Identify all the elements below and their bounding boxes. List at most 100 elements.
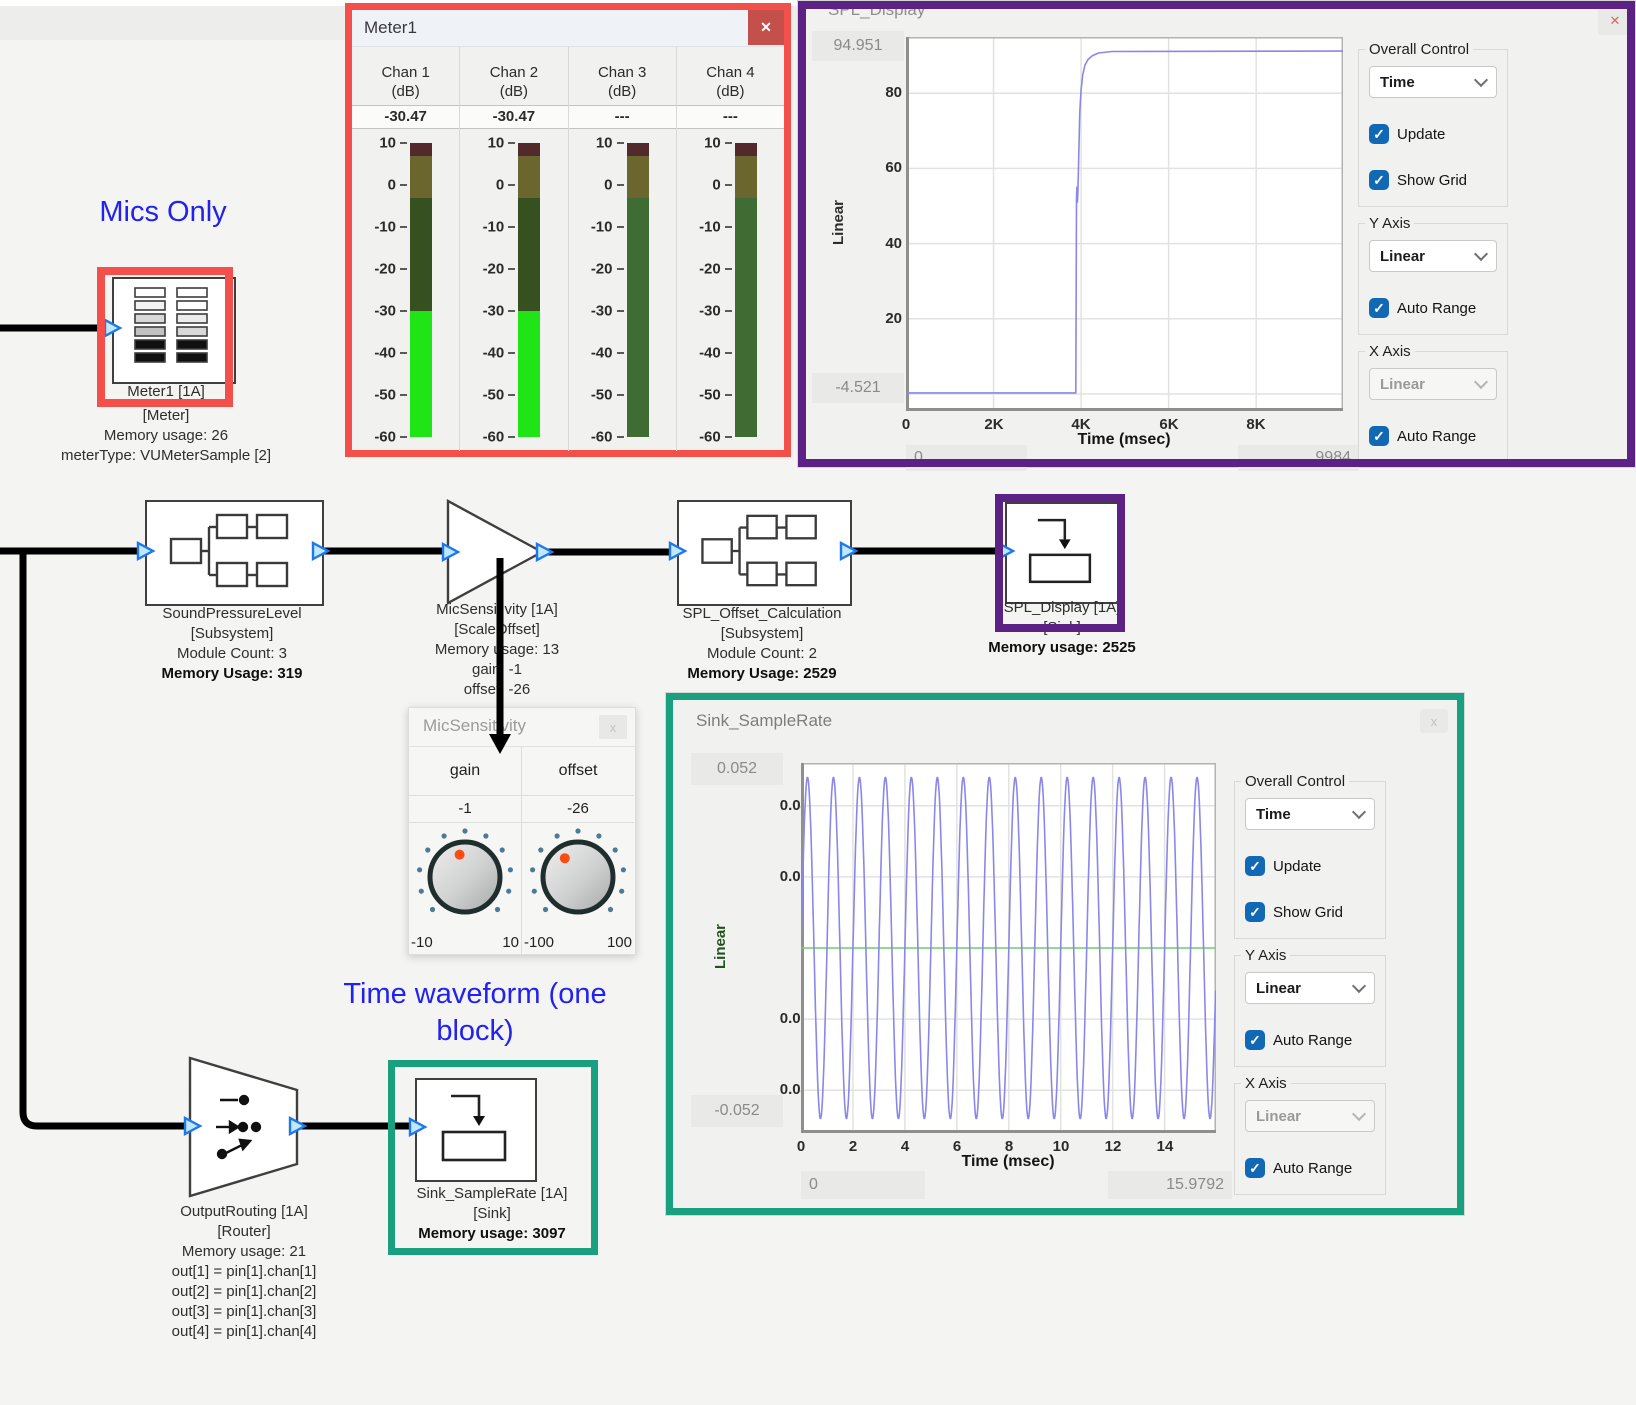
meter-scale-tick: -10 [569,219,613,236]
mic-panel-titlebar[interactable]: MicSensitivity x [409,708,635,747]
pin-icon[interactable] [998,543,1013,559]
checkbox-checked-icon: ✓ [1369,426,1389,446]
close-button[interactable]: ✕ [1598,7,1632,35]
spl-update-checkbox[interactable]: ✓ Update [1369,124,1497,144]
meter-tick-dash [508,268,515,270]
pin-icon[interactable] [138,543,153,559]
x-max-field[interactable]: 15.9792 [1108,1171,1232,1199]
meter-scale-tick: 0 [569,177,613,194]
y-max-field[interactable]: 94.951 [812,31,904,61]
meter-segment [735,156,757,198]
dropdown-value: Time [1380,74,1415,91]
meter-scale-tick: -50 [460,387,504,404]
x-tick-label: 14 [1157,1137,1174,1157]
spl-auto-range-checkbox[interactable]: ✓ Auto Range [1369,298,1497,318]
channel-value: -30.47 [352,105,459,129]
pin-icon[interactable] [185,1118,200,1134]
meter-segment [410,156,432,198]
channel-scale: 10 0 -10 -20 -30 -40 -50 -60 [677,129,784,451]
x-tick-label: 2K [984,415,1003,435]
meter-segment [518,198,540,311]
meter-tick-dash [400,184,407,186]
y-axis-label: Linear [830,200,847,245]
channel-value: -30.47 [460,105,567,129]
chevron-down-icon [1474,247,1488,261]
spl-x-axis-dropdown[interactable]: Linear [1369,368,1497,400]
dropdown-value: Linear [1380,376,1425,393]
pin-icon[interactable] [443,544,458,560]
meter-scale-tick: -20 [460,261,504,278]
spl-show-grid-checkbox[interactable]: ✓ Show Grid [1369,170,1497,190]
meter-segment [627,156,649,198]
x-max-field[interactable]: 9984 [1238,445,1359,471]
meter-segment [410,311,432,437]
spl-group-x-axis: X Axis Linear ✓ Auto Range [1358,351,1508,463]
knob-zone: -100 100 [522,823,634,955]
checkbox-checked-icon: ✓ [1245,856,1265,876]
close-button[interactable]: ✕ [748,10,784,45]
sink-x-axis-dropdown[interactable]: Linear [1245,1100,1375,1132]
y-max-field[interactable]: 0.052 [691,753,783,785]
spl-y-axis-dropdown[interactable]: Linear [1369,240,1497,272]
meter1-window-titlebar[interactable]: Meter1 ✕ [352,10,784,47]
spl-plot[interactable] [906,37,1343,411]
y-axis-label: Linear [712,924,729,969]
x-min-field[interactable]: 0 [801,1171,925,1199]
spl-overall-control-dropdown[interactable]: Time [1369,66,1497,98]
pin-icon[interactable] [105,320,120,336]
spl-auto-range-checkbox[interactable]: ✓ Auto Range [1369,426,1497,446]
meter-tick-dash [725,394,732,396]
sink-show-grid-checkbox[interactable]: ✓ Show Grid [1245,902,1375,922]
param-gain: gain -1 -10 10 [409,747,522,955]
meter-tick-dash [617,268,624,270]
meter-bar [518,143,540,437]
pin-icon[interactable] [841,543,856,559]
x-min-field[interactable]: 0 [906,445,1027,471]
checkbox-label: Auto Range [1273,1032,1352,1049]
meter-tick-dash [617,226,624,228]
meter-tick-dash [508,184,515,186]
x-tick-label: 10 [1053,1137,1070,1157]
pin-icon[interactable] [670,543,685,559]
x-tick-label: 4 [901,1137,909,1157]
sink-update-checkbox[interactable]: ✓ Update [1245,856,1375,876]
meter-scale-tick: -50 [677,387,721,404]
pin-icon[interactable] [537,544,552,560]
close-button[interactable]: x [1420,709,1448,733]
meter-channel-1: Chan 1(dB) -30.47 10 0 -10 -20 -30 -40 -… [352,47,460,451]
meter-tick-dash [725,436,732,438]
spl-group-overall-control: Overall Control Time ✓ Update ✓ Show Gri… [1358,49,1508,207]
sink-group-x-axis: X Axis Linear ✓ Auto Range [1234,1083,1386,1195]
pin-icon[interactable] [410,1119,425,1135]
sink-overall-control-dropdown[interactable]: Time [1245,798,1375,830]
close-button[interactable]: x [599,715,627,739]
meter-scale-tick: 10 [677,135,721,152]
y-tick-label: 80 [852,83,902,103]
pin-icon[interactable] [290,1118,305,1134]
chevron-down-icon [1474,73,1488,87]
meter-segment [735,198,757,437]
checkbox-checked-icon: ✓ [1245,1158,1265,1178]
dropdown-value: Linear [1380,248,1425,265]
sink-y-axis-dropdown[interactable]: Linear [1245,972,1375,1004]
y-min-field[interactable]: -4.521 [812,373,904,403]
group-label: X Axis [1241,1075,1291,1092]
meter-tick-dash [400,436,407,438]
y-tick-label: 60 [852,158,902,178]
pin-icon[interactable] [313,543,328,559]
checkbox-label: Show Grid [1273,904,1343,921]
group-label: Y Axis [1241,947,1290,964]
meter-bar [735,143,757,437]
meter-bar [410,143,432,437]
checkbox-checked-icon: ✓ [1245,902,1265,922]
knob-icon[interactable] [526,825,630,929]
y-min-field[interactable]: -0.052 [691,1095,783,1127]
meter-scale-tick: 10 [569,135,613,152]
meter-scale-tick: -30 [460,303,504,320]
sink-auto-range-checkbox[interactable]: ✓ Auto Range [1245,1158,1375,1178]
sink-plot[interactable] [801,763,1216,1133]
meter-tick-dash [617,142,624,144]
sink-auto-range-checkbox[interactable]: ✓ Auto Range [1245,1030,1375,1050]
knob-icon[interactable] [413,825,517,929]
chevron-down-icon [1352,1107,1366,1121]
